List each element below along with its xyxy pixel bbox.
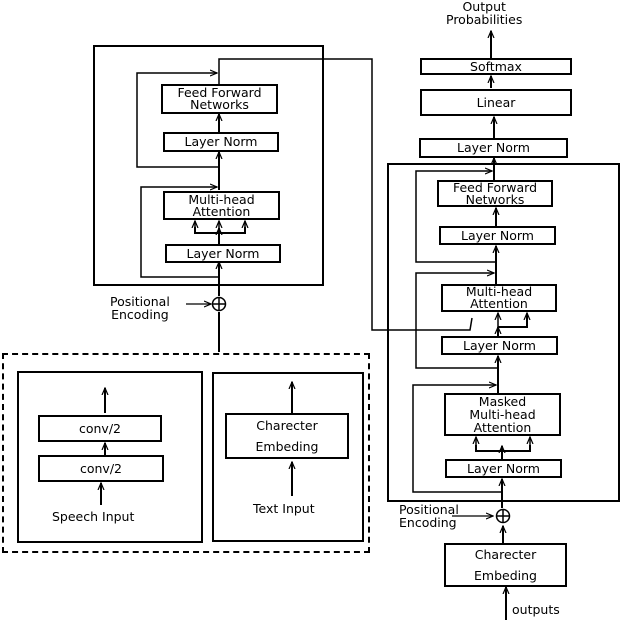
encoder-positional-encoding-label: Positional Encoding <box>110 294 170 322</box>
decoder-layer-norm-cross: Layer Norm <box>441 336 558 355</box>
encoder-layer-norm-top: Layer Norm <box>163 132 279 152</box>
decoder-linear: Linear <box>420 89 572 116</box>
encoder-layer-norm-bottom: Layer Norm <box>165 244 281 263</box>
decoder-add-icon <box>495 508 511 524</box>
output-probabilities-label: Output Probabilities <box>446 0 523 27</box>
text-embedding: Charecter Embeding <box>225 413 349 459</box>
speech-input-label: Speech Input <box>52 509 135 524</box>
decoder-block <box>387 163 620 502</box>
decoder-outputs-label: outputs <box>512 602 560 617</box>
decoder-positional-encoding-label: Positional Encoding <box>399 502 459 530</box>
decoder-layer-norm-ff: Layer Norm <box>439 226 556 245</box>
decoder-layer-norm-masked: Layer Norm <box>445 459 562 478</box>
speech-conv-bottom: conv/2 <box>38 455 164 482</box>
decoder-feed-forward: Feed Forward Networks <box>437 180 553 207</box>
encoder-feed-forward: Feed Forward Networks <box>161 84 278 114</box>
decoder-cross-attention: Multi-head Attention <box>441 284 557 312</box>
decoder-masked-attention: Masked Multi-head Attention <box>444 393 561 436</box>
decoder-embedding: Charecter Embeding <box>444 543 567 587</box>
decoder-final-layer-norm: Layer Norm <box>419 138 568 158</box>
speech-conv-top: conv/2 <box>38 415 162 442</box>
decoder-softmax: Softmax <box>420 58 572 75</box>
encoder-attention: Multi-head Attention <box>163 191 280 220</box>
encoder-add-icon <box>211 296 227 312</box>
text-input-label: Text Input <box>253 501 315 516</box>
